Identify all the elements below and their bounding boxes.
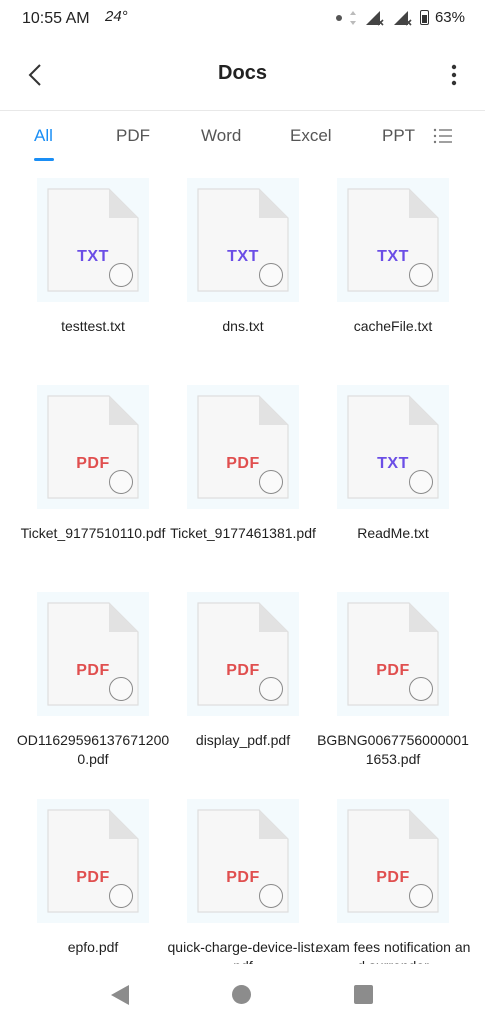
file-item[interactable]: PDF OD116295961376712000.pdf [17, 592, 187, 792]
file-name: display_pdf.pdf [195, 732, 291, 748]
file-thumbnail: PDF [337, 799, 449, 923]
file-type-label: PDF [226, 869, 260, 886]
select-checkbox[interactable] [259, 884, 283, 908]
file-thumbnail: PDF [37, 799, 149, 923]
status-time: 10:55 AM [22, 10, 90, 27]
select-checkbox[interactable] [409, 884, 433, 908]
app-header: Docs [0, 40, 485, 110]
file-item[interactable]: PDF BGBNG00677560000011653.pdf [317, 592, 485, 792]
file-name: Ticket_9177461381.pdf [170, 525, 316, 541]
file-thumbnail: PDF [37, 592, 149, 716]
file-type-label: PDF [76, 455, 110, 472]
file-item[interactable]: PDF Ticket_9177461381.pdf [170, 385, 337, 585]
file-type-label: PDF [76, 662, 110, 679]
list-view-icon[interactable] [432, 126, 454, 146]
nav-recents-icon[interactable] [354, 985, 373, 1004]
file-thumbnail: TXT [187, 178, 299, 302]
status-bar: 10:55 AM 24° 63% [0, 0, 485, 38]
select-checkbox[interactable] [409, 470, 433, 494]
status-temperature: 24° [105, 8, 128, 25]
file-name: epfo.pdf [67, 939, 119, 955]
nav-back-icon[interactable] [110, 984, 130, 1006]
file-type-label: PDF [376, 869, 410, 886]
select-checkbox[interactable] [259, 677, 283, 701]
notification-dot-icon [335, 14, 342, 21]
file-type-label: TXT [377, 248, 409, 265]
category-tabs: All PDF Word Excel PPT [0, 118, 485, 162]
file-thumbnail: TXT [37, 178, 149, 302]
file-thumbnail: PDF [187, 592, 299, 716]
select-checkbox[interactable] [109, 884, 133, 908]
header-divider [0, 110, 485, 111]
more-vertical-icon [451, 64, 457, 86]
file-item[interactable]: PDF Ticket_9177510110.pdf [21, 385, 187, 585]
select-checkbox[interactable] [409, 677, 433, 701]
select-checkbox[interactable] [259, 470, 283, 494]
status-icons: 63% [335, 9, 465, 26]
file-name: Ticket_9177510110.pdf [20, 525, 166, 541]
data-arrows-icon [349, 10, 356, 25]
select-checkbox[interactable] [259, 263, 283, 287]
file-name: testtest.txt [61, 318, 125, 334]
file-type-label: TXT [227, 248, 259, 265]
file-name: BGBNG00677560000011653.pdf [317, 732, 469, 767]
battery-icon [419, 10, 429, 25]
file-thumbnail: PDF [37, 385, 149, 509]
file-type-label: TXT [77, 248, 109, 265]
battery-percent: 63% [434, 9, 465, 26]
file-thumbnail: TXT [337, 178, 449, 302]
tab-pdf[interactable]: PDF [116, 126, 150, 146]
file-type-label: PDF [76, 869, 110, 886]
select-checkbox[interactable] [409, 263, 433, 287]
file-thumbnail: TXT [337, 385, 449, 509]
select-checkbox[interactable] [109, 470, 133, 494]
file-name: cacheFile.txt [353, 318, 433, 334]
file-type-label: PDF [226, 662, 260, 679]
select-checkbox[interactable] [109, 263, 133, 287]
signal-icon [365, 10, 384, 26]
file-name: OD116295961376712000.pdf [16, 732, 170, 767]
file-thumbnail: PDF [187, 385, 299, 509]
file-item[interactable]: TXT cacheFile.txt [337, 178, 485, 378]
file-item[interactable]: TXT ReadMe.txt [337, 385, 485, 585]
page-title: Docs [218, 62, 267, 84]
system-nav-bar [0, 964, 485, 1024]
tab-word[interactable]: Word [201, 126, 241, 146]
tab-excel[interactable]: Excel [290, 126, 332, 146]
file-item[interactable]: TXT testtest.txt [37, 178, 187, 378]
file-thumbnail: PDF [337, 592, 449, 716]
file-type-label: PDF [226, 455, 260, 472]
file-thumbnail: PDF [187, 799, 299, 923]
active-tab-indicator [34, 158, 54, 161]
file-type-label: TXT [377, 455, 409, 472]
select-checkbox[interactable] [109, 677, 133, 701]
tab-ppt[interactable]: PPT [382, 126, 415, 146]
file-type-label: PDF [376, 662, 410, 679]
tab-all[interactable]: All [34, 126, 53, 146]
nav-home-icon[interactable] [232, 985, 251, 1004]
signal-icon-2 [393, 10, 412, 26]
file-name: ReadMe.txt [357, 525, 429, 541]
file-item[interactable]: TXT dns.txt [187, 178, 337, 378]
file-name: dns.txt [222, 318, 264, 334]
more-options-button[interactable] [445, 58, 463, 92]
